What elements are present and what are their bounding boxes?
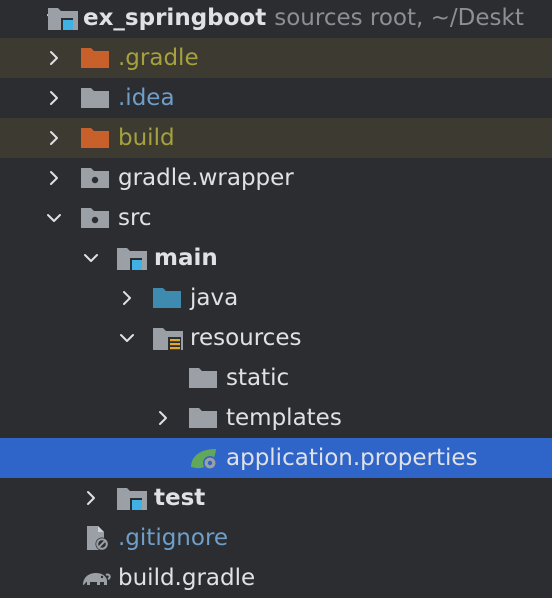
tree-row-idea-dir[interactable]: .idea [0, 78, 552, 118]
tree-row-src[interactable]: src [0, 198, 552, 238]
tree-row-build-dir[interactable]: build [0, 118, 552, 158]
build-dir-name: build [118, 125, 175, 151]
resources-folder-icon [152, 325, 184, 351]
resources-name: resources [190, 325, 302, 351]
root-hint: sources root, ~/Deskt [274, 5, 524, 31]
module-folder-icon [47, 5, 79, 31]
chevron-right-icon[interactable] [43, 38, 65, 78]
test-name: test [154, 485, 206, 511]
chevron-right-icon[interactable] [80, 478, 102, 518]
chevron-down-icon[interactable] [116, 318, 138, 358]
folder-icon [188, 365, 220, 391]
module-folder-icon [116, 485, 148, 511]
package-folder-icon [80, 205, 112, 231]
folder-icon [188, 405, 220, 431]
tree-row-main[interactable]: main [0, 238, 552, 278]
chevron-right-icon[interactable] [152, 398, 174, 438]
project-tree: ex_springboot sources root, ~/Deskt .gra… [0, 0, 552, 598]
src-name: src [118, 205, 152, 231]
templates-name: templates [226, 405, 342, 431]
chevron-right-icon[interactable] [116, 278, 138, 318]
tree-row-static[interactable]: static [0, 358, 552, 398]
tree-row-templates[interactable]: templates [0, 398, 552, 438]
excluded-folder-icon [80, 125, 112, 151]
idea-dir-name: .idea [118, 85, 175, 111]
package-folder-icon [80, 165, 112, 191]
folder-icon [80, 85, 112, 111]
root-name: ex_springboot [83, 5, 267, 31]
application-properties-name: application.properties [226, 445, 478, 471]
tree-row-build-gradle[interactable]: build.gradle [0, 558, 552, 598]
gradle-dir-name: .gradle [118, 45, 199, 71]
chevron-right-icon[interactable] [43, 78, 65, 118]
tree-row-gitignore[interactable]: .gitignore [0, 518, 552, 558]
static-name: static [226, 365, 290, 391]
tree-row-gradle-dir[interactable]: .gradle [0, 38, 552, 78]
tree-row-test[interactable]: test [0, 478, 552, 518]
spring-leaf-icon [188, 445, 220, 471]
build-gradle-name: build.gradle [118, 565, 256, 591]
tree-row-resources[interactable]: resources [0, 318, 552, 358]
main-name: main [154, 245, 218, 271]
chevron-right-icon[interactable] [43, 158, 65, 198]
gradle-wrapper-name: gradle.wrapper [118, 165, 294, 191]
module-folder-icon [116, 245, 148, 271]
tree-row-java[interactable]: java [0, 278, 552, 318]
chevron-down-icon[interactable] [80, 238, 102, 278]
chevron-down-icon[interactable] [43, 198, 65, 238]
source-root-folder-icon [152, 285, 184, 311]
tree-row-application-properties[interactable]: application.properties [0, 438, 552, 478]
chevron-right-icon[interactable] [43, 118, 65, 158]
excluded-folder-icon [80, 45, 112, 71]
gradle-elephant-icon [80, 565, 112, 591]
tree-row-gradle-wrapper[interactable]: gradle.wrapper [0, 158, 552, 198]
gitignore-name: .gitignore [118, 525, 229, 551]
ignored-file-icon [82, 525, 114, 551]
java-name: java [190, 285, 239, 311]
tree-row-root[interactable]: ex_springboot sources root, ~/Deskt [0, 0, 552, 38]
